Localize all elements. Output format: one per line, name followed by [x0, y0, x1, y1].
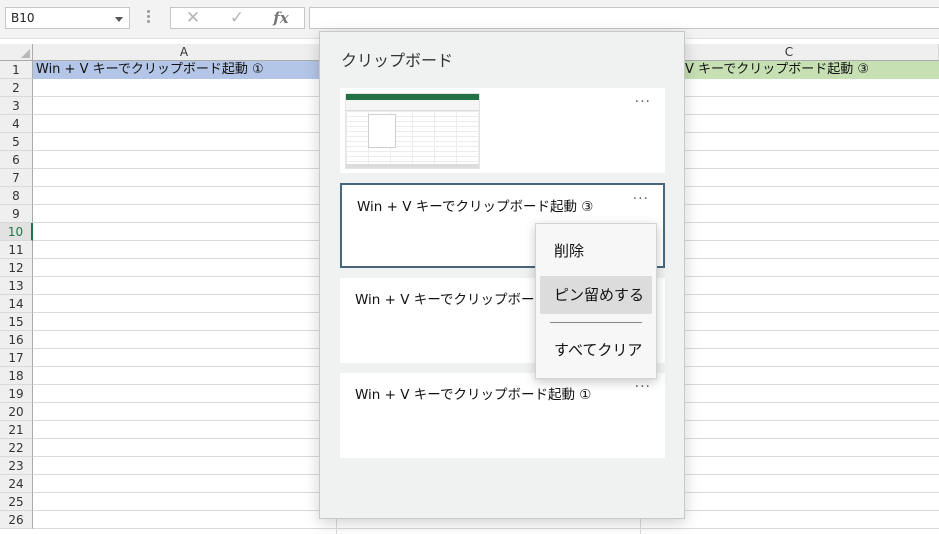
cell-c1-text: V キーでクリップボード起動 ③ [685, 62, 870, 77]
more-options-icon[interactable]: ··· [635, 379, 651, 395]
row-header[interactable]: 18 [0, 367, 33, 385]
row-header[interactable]: 10 [0, 223, 33, 241]
menu-item-delete[interactable]: 削除 [536, 232, 656, 270]
chevron-down-icon[interactable] [115, 17, 123, 22]
formula-buttons: ✕ ✓ fx [170, 7, 305, 29]
menu-item-pin[interactable]: ピン留めする [540, 276, 652, 314]
row-header[interactable]: 17 [0, 349, 33, 367]
more-vertical-icon[interactable] [147, 10, 151, 26]
row-header[interactable]: 20 [0, 403, 33, 421]
more-options-icon[interactable]: ··· [635, 94, 651, 110]
insert-function-icon[interactable]: fx [261, 8, 301, 28]
clipboard-item-text-label: Win + V キーでクリップボード起 [355, 292, 562, 308]
context-menu: 削除 ピン留めする すべてクリア [535, 223, 657, 379]
name-box-value: B10 [11, 11, 35, 25]
select-all-button[interactable] [0, 44, 33, 61]
enter-icon[interactable]: ✓ [217, 8, 257, 28]
row-header[interactable]: 11 [0, 241, 33, 259]
row-header[interactable]: 7 [0, 169, 33, 187]
row-header[interactable]: 8 [0, 187, 33, 205]
row-header[interactable]: 26 [0, 511, 33, 529]
cell-a1[interactable]: Win + V キーでクリップボード起動 ① [33, 61, 336, 79]
row-header[interactable]: 5 [0, 133, 33, 151]
row-header[interactable]: 25 [0, 493, 33, 511]
row-header[interactable]: 24 [0, 475, 33, 493]
row-header[interactable]: 16 [0, 331, 33, 349]
clipboard-title: クリップボード [341, 51, 454, 70]
row-header[interactable]: 1 [0, 61, 33, 79]
row-header[interactable]: 13 [0, 277, 33, 295]
row-header[interactable]: 15 [0, 313, 33, 331]
clipboard-item-text-label: Win + V キーでクリップボード起動 ③ [357, 199, 594, 215]
row-header[interactable]: 2 [0, 79, 33, 97]
menu-separator [550, 322, 642, 323]
select-all-icon [21, 49, 30, 58]
row-header[interactable]: 4 [0, 115, 33, 133]
row-header[interactable]: 6 [0, 151, 33, 169]
row-header[interactable]: 19 [0, 385, 33, 403]
name-box[interactable]: B10 [5, 7, 130, 29]
formula-input[interactable] [309, 7, 939, 29]
row-header[interactable]: 22 [0, 439, 33, 457]
row-header[interactable]: 12 [0, 259, 33, 277]
row-header[interactable]: 23 [0, 457, 33, 475]
clipboard-item-text-label: Win + V キーでクリップボード起動 ① [355, 387, 592, 403]
clipboard-item-text[interactable]: Win + V キーでクリップボード起動 ① ··· [340, 373, 665, 458]
row-header[interactable]: 21 [0, 421, 33, 439]
more-options-icon[interactable]: ··· [633, 191, 649, 207]
cancel-icon[interactable]: ✕ [173, 8, 213, 28]
clipboard-item-image[interactable]: ··· [340, 88, 665, 173]
row-header[interactable]: 14 [0, 295, 33, 313]
screenshot-thumbnail [345, 93, 480, 169]
column-header-a[interactable]: A [33, 44, 336, 61]
row-header[interactable]: 3 [0, 97, 33, 115]
menu-item-clear-all[interactable]: すべてクリア [536, 331, 656, 369]
row-header[interactable]: 9 [0, 205, 33, 223]
